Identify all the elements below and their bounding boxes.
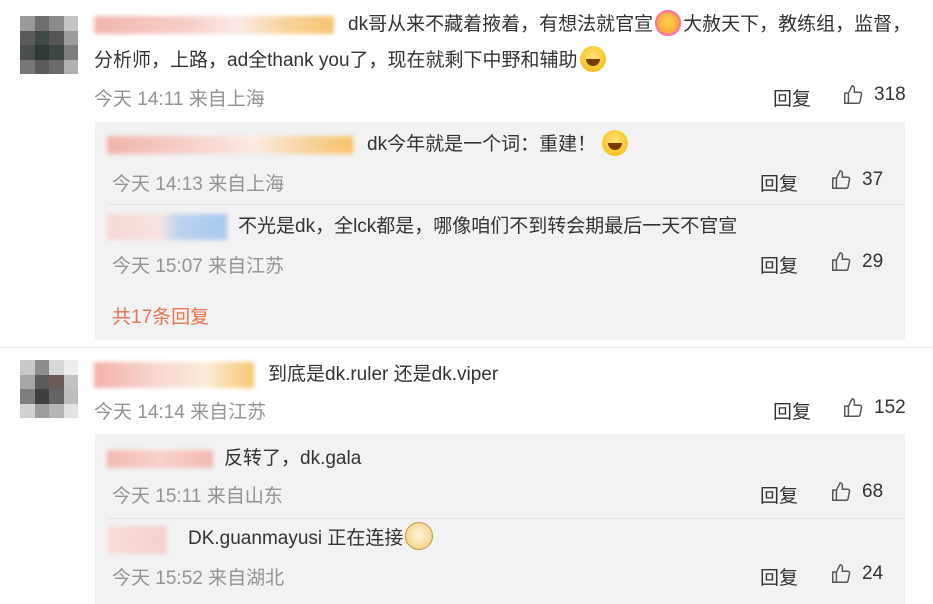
like-count: 152 xyxy=(874,397,906,418)
avatar[interactable] xyxy=(20,360,78,418)
username-blurred[interactable] xyxy=(107,450,213,468)
reply-timestamp: 今天 15:11 来自山东 xyxy=(112,486,283,507)
username-blurred[interactable] xyxy=(107,526,167,554)
comment-item: dk哥从来不藏着掖着，有想法就官宣 大赦天下，教练组，监督， 分析师，上路，ad全… xyxy=(0,0,933,345)
reply-item: 不光是dk，全lck都是，哪像咱们不到转会期最后一天不官宣 今天 15:07 来… xyxy=(95,206,905,286)
like-button[interactable]: 68 xyxy=(830,481,883,503)
comment-text: dk哥从来不藏着掖着，有想法就官宣 大赦天下，教练组，监督， xyxy=(348,8,911,42)
thumbs-up-icon xyxy=(832,252,851,271)
like-count: 68 xyxy=(862,481,884,502)
divider xyxy=(107,518,905,519)
reply-text: DK.guanmayusi 正在连接 xyxy=(188,522,435,556)
like-count: 24 xyxy=(862,563,884,584)
thumbs-up-icon xyxy=(844,398,863,417)
like-count: 318 xyxy=(874,84,906,105)
divider xyxy=(0,347,933,348)
thumbs-up-icon xyxy=(832,482,851,501)
reply-button[interactable]: 回复 xyxy=(760,251,798,278)
like-count: 37 xyxy=(862,169,884,190)
doge-emoji-icon xyxy=(405,522,434,550)
reply-button[interactable]: 回复 xyxy=(773,397,811,424)
comment-text: 到底是dk.ruler 还是dk.viper xyxy=(268,364,499,385)
reply-timestamp: 今天 14:13 来自上海 xyxy=(112,174,285,195)
like-button[interactable]: 37 xyxy=(830,169,883,191)
like-button[interactable]: 152 xyxy=(842,397,906,419)
avatar[interactable] xyxy=(20,16,78,74)
username-blurred[interactable] xyxy=(107,136,353,154)
comment-timestamp: 今天 14:14 来自江苏 xyxy=(94,402,267,423)
reply-thread: 反转了，dk.gala 今天 15:11 来自山东 回复 68 DK.guanm… xyxy=(95,434,905,604)
reply-button[interactable]: 回复 xyxy=(760,481,798,508)
username-blurred[interactable] xyxy=(107,214,227,240)
reply-thread: dk今年就是一个词：重建！ 今天 14:13 来自上海 回复 37 不光是dk，… xyxy=(95,122,905,340)
reply-item: dk今年就是一个词：重建！ 今天 14:13 来自上海 回复 37 xyxy=(95,122,905,200)
more-replies-link[interactable]: 共17条回复 xyxy=(112,302,209,329)
thumbs-up-icon xyxy=(832,170,851,189)
laughing-emoji-icon xyxy=(602,130,629,156)
comment-item: 到底是dk.ruler 还是dk.viper 今天 14:14 来自江苏 回复 … xyxy=(0,350,933,604)
thumbs-up-icon xyxy=(844,85,863,104)
reply-button[interactable]: 回复 xyxy=(760,169,798,196)
reply-text: 不光是dk，全lck都是，哪像咱们不到转会期最后一天不官宣 xyxy=(238,216,738,237)
reply-text: dk今年就是一个词：重建！ xyxy=(367,128,630,162)
username-blurred[interactable] xyxy=(94,362,254,388)
reply-button[interactable]: 回复 xyxy=(760,563,798,590)
party-emoji-icon xyxy=(655,10,682,36)
laughing-emoji-icon xyxy=(579,46,606,72)
reply-timestamp: 今天 15:07 来自江苏 xyxy=(112,256,285,277)
reply-item: 反转了，dk.gala 今天 15:11 来自山东 回复 68 xyxy=(95,434,905,516)
reply-button[interactable]: 回复 xyxy=(773,84,811,111)
comment-timestamp: 今天 14:11 来自上海 xyxy=(94,89,265,110)
like-button[interactable]: 24 xyxy=(830,563,883,585)
reply-item: DK.guanmayusi 正在连接 今天 15:52 来自湖北 回复 24 xyxy=(95,520,905,604)
comment-text: 分析师，上路，ad全thank you了，现在就剩下中野和辅助 xyxy=(94,44,608,78)
thumbs-up-icon xyxy=(832,564,851,583)
username-blurred[interactable] xyxy=(94,16,334,34)
like-button[interactable]: 29 xyxy=(830,251,883,273)
like-count: 29 xyxy=(862,251,884,272)
like-button[interactable]: 318 xyxy=(842,84,906,106)
reply-timestamp: 今天 15:52 来自湖北 xyxy=(112,568,285,589)
reply-text: 反转了，dk.gala xyxy=(224,448,362,469)
divider xyxy=(107,204,905,205)
